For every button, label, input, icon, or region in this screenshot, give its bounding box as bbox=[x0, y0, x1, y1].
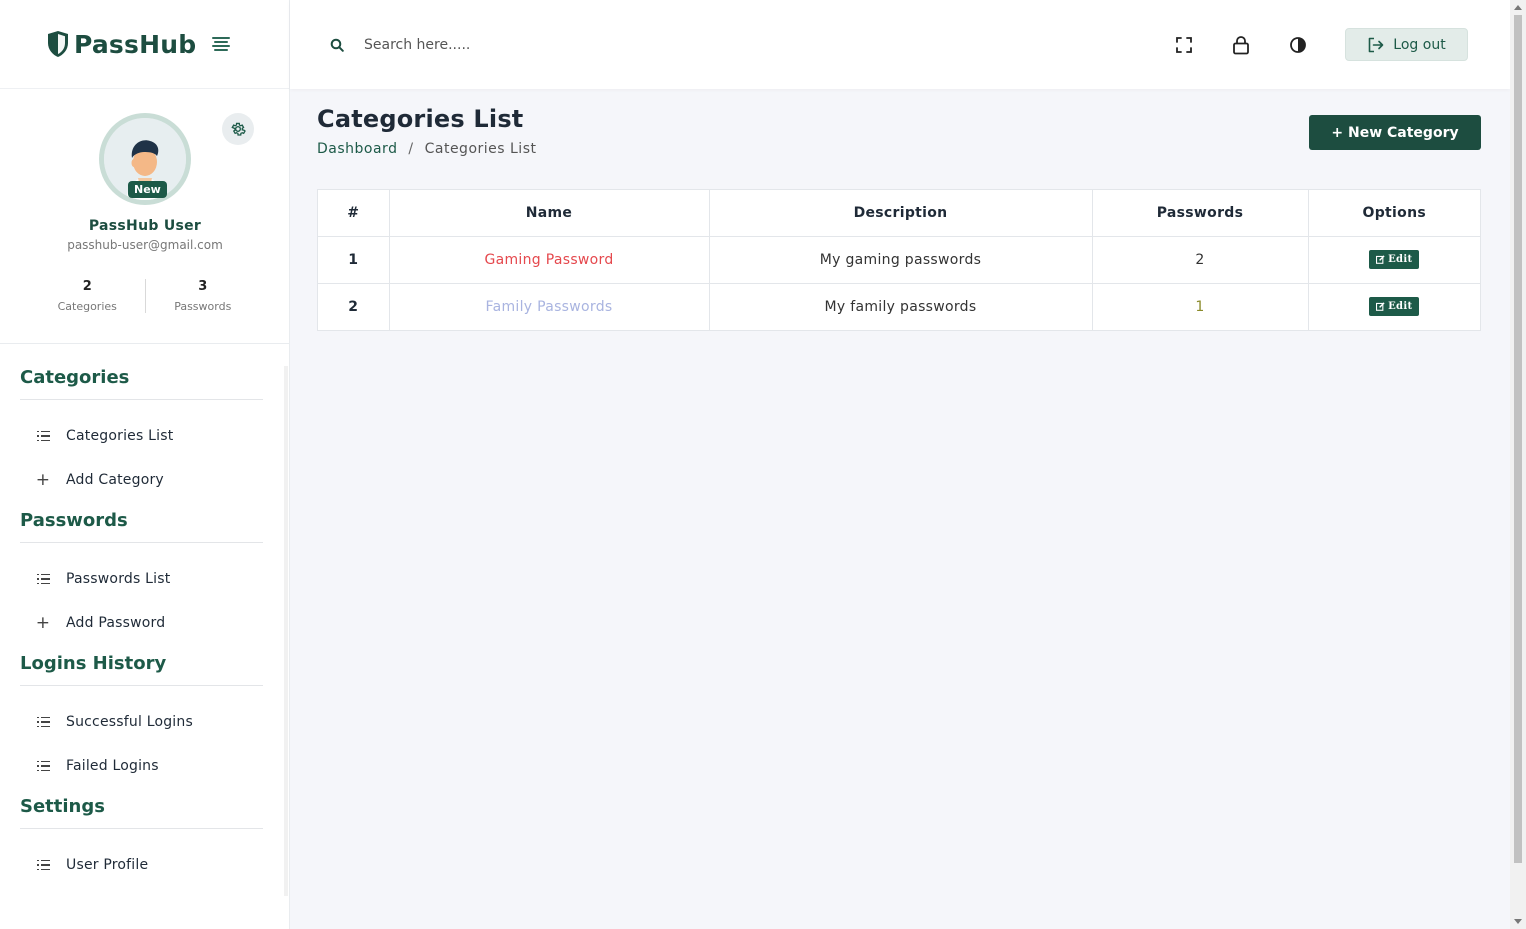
row-index: 1 bbox=[318, 236, 390, 284]
topbar-actions: Log out bbox=[1174, 28, 1468, 61]
stat-passwords: 3 Passwords bbox=[144, 279, 261, 313]
logout-label: Log out bbox=[1393, 36, 1446, 53]
sidebar-item-passwords-list[interactable]: Passwords List bbox=[0, 557, 285, 601]
logo-bar: PassHub bbox=[0, 0, 289, 89]
page-scrollbar[interactable] bbox=[1510, 0, 1526, 929]
breadcrumb: Dashboard / Categories List bbox=[317, 141, 536, 157]
category-description: My gaming passwords bbox=[709, 236, 1093, 284]
sidebar-item-add-category[interactable]: + Add Category bbox=[0, 458, 285, 502]
list-icon bbox=[36, 430, 50, 442]
sidebar-item-label: User Profile bbox=[66, 857, 149, 873]
table-row: 2 Family Passwords My family passwords 1… bbox=[318, 283, 1480, 330]
user-email: passhub-user@gmail.com bbox=[67, 238, 223, 252]
table-row: 1 Gaming Password My gaming passwords 2 … bbox=[318, 236, 1480, 284]
theme-toggle-button[interactable] bbox=[1288, 35, 1308, 55]
search-icon bbox=[330, 38, 344, 52]
breadcrumb-current: Categories List bbox=[424, 141, 537, 157]
page-title: Categories List bbox=[317, 105, 524, 133]
sidebar-item-label: Add Password bbox=[66, 615, 166, 631]
nav-section-logins-history: Logins History bbox=[20, 645, 263, 686]
category-password-count: 1 bbox=[1092, 283, 1309, 330]
profile-settings-button[interactable] bbox=[222, 113, 254, 145]
row-index: 2 bbox=[318, 283, 390, 330]
stat-label: Categories bbox=[57, 300, 117, 313]
category-password-count: 2 bbox=[1092, 236, 1309, 284]
scroll-thumb[interactable] bbox=[1514, 15, 1522, 863]
shield-logo-icon bbox=[48, 31, 68, 57]
new-badge: New bbox=[128, 181, 167, 198]
category-name-link[interactable]: Family Passwords bbox=[486, 299, 613, 315]
edit-button[interactable]: Edit bbox=[1369, 297, 1420, 317]
category-name-link[interactable]: Gaming Password bbox=[484, 252, 613, 268]
edit-label: Edit bbox=[1388, 254, 1413, 265]
stat-categories: 2 Categories bbox=[30, 279, 145, 313]
sidebar-item-add-password[interactable]: + Add Password bbox=[0, 601, 285, 645]
sidebar-item-label: Add Category bbox=[66, 472, 164, 488]
column-header-options: Options bbox=[1308, 190, 1480, 237]
user-stats: 2 Categories 3 Passwords bbox=[30, 279, 260, 313]
column-header-name: Name bbox=[389, 190, 710, 237]
sidebar-item-label: Passwords List bbox=[66, 571, 171, 587]
nav-section-settings: Settings bbox=[20, 788, 263, 829]
user-profile-card: New PassHub User passhub-user@gmail.com … bbox=[0, 89, 289, 344]
nav-section-categories: Categories bbox=[20, 345, 263, 400]
edit-label: Edit bbox=[1388, 301, 1413, 313]
logout-button[interactable]: Log out bbox=[1345, 28, 1468, 61]
gear-icon bbox=[231, 122, 246, 136]
category-description: My family passwords bbox=[709, 283, 1093, 330]
app-logo-text: PassHub bbox=[74, 29, 197, 59]
sidebar-nav: Categories Categories List + Add Categor… bbox=[0, 345, 285, 887]
column-header-description: Description bbox=[709, 190, 1093, 237]
breadcrumb-dashboard-link[interactable]: Dashboard bbox=[317, 141, 397, 157]
stat-value: 3 bbox=[198, 279, 208, 294]
lock-button[interactable] bbox=[1231, 35, 1251, 55]
stat-value: 2 bbox=[82, 279, 92, 294]
logout-icon bbox=[1368, 37, 1384, 52]
list-icon bbox=[36, 716, 50, 728]
topbar: Log out bbox=[290, 0, 1510, 89]
edit-button[interactable]: Edit bbox=[1369, 250, 1420, 269]
contrast-icon bbox=[1290, 36, 1306, 53]
menu-toggle-icon[interactable] bbox=[212, 37, 231, 51]
column-header-index: # bbox=[318, 190, 390, 237]
scroll-up-arrow-icon[interactable] bbox=[1514, 5, 1522, 10]
edit-icon bbox=[1376, 255, 1385, 264]
sidebar: PassHub New PassHub User passhub-user@gm… bbox=[0, 0, 290, 929]
edit-icon bbox=[1376, 302, 1385, 312]
lock-icon bbox=[1233, 35, 1249, 54]
stat-label: Passwords bbox=[174, 300, 232, 313]
sidebar-scrollbar[interactable] bbox=[284, 366, 288, 896]
categories-table: # Name Description Passwords Options 1 G… bbox=[317, 189, 1481, 331]
breadcrumb-separator: / bbox=[408, 141, 414, 157]
list-icon bbox=[36, 573, 50, 585]
list-icon bbox=[36, 760, 50, 772]
scroll-down-arrow-icon[interactable] bbox=[1514, 919, 1522, 924]
sidebar-item-successful-logins[interactable]: Successful Logins bbox=[0, 700, 285, 744]
fullscreen-icon bbox=[1176, 36, 1192, 53]
sidebar-item-categories-list[interactable]: Categories List bbox=[0, 414, 285, 458]
nav-section-passwords: Passwords bbox=[20, 502, 263, 543]
sidebar-item-failed-logins[interactable]: Failed Logins bbox=[0, 744, 285, 788]
plus-icon: + bbox=[35, 613, 51, 633]
table-header-row: # Name Description Passwords Options bbox=[318, 190, 1480, 237]
sidebar-item-label: Categories List bbox=[66, 428, 174, 444]
sidebar-item-label: Successful Logins bbox=[66, 714, 193, 730]
search-input[interactable] bbox=[364, 36, 664, 53]
column-header-passwords: Passwords bbox=[1092, 190, 1309, 237]
list-icon bbox=[36, 859, 50, 871]
user-name: PassHub User bbox=[88, 218, 202, 234]
new-category-button[interactable]: + New Category bbox=[1309, 115, 1481, 150]
fullscreen-button[interactable] bbox=[1174, 35, 1194, 55]
sidebar-item-label: Failed Logins bbox=[66, 758, 159, 774]
plus-icon: + bbox=[35, 470, 51, 490]
sidebar-item-user-profile[interactable]: User Profile bbox=[0, 843, 285, 887]
